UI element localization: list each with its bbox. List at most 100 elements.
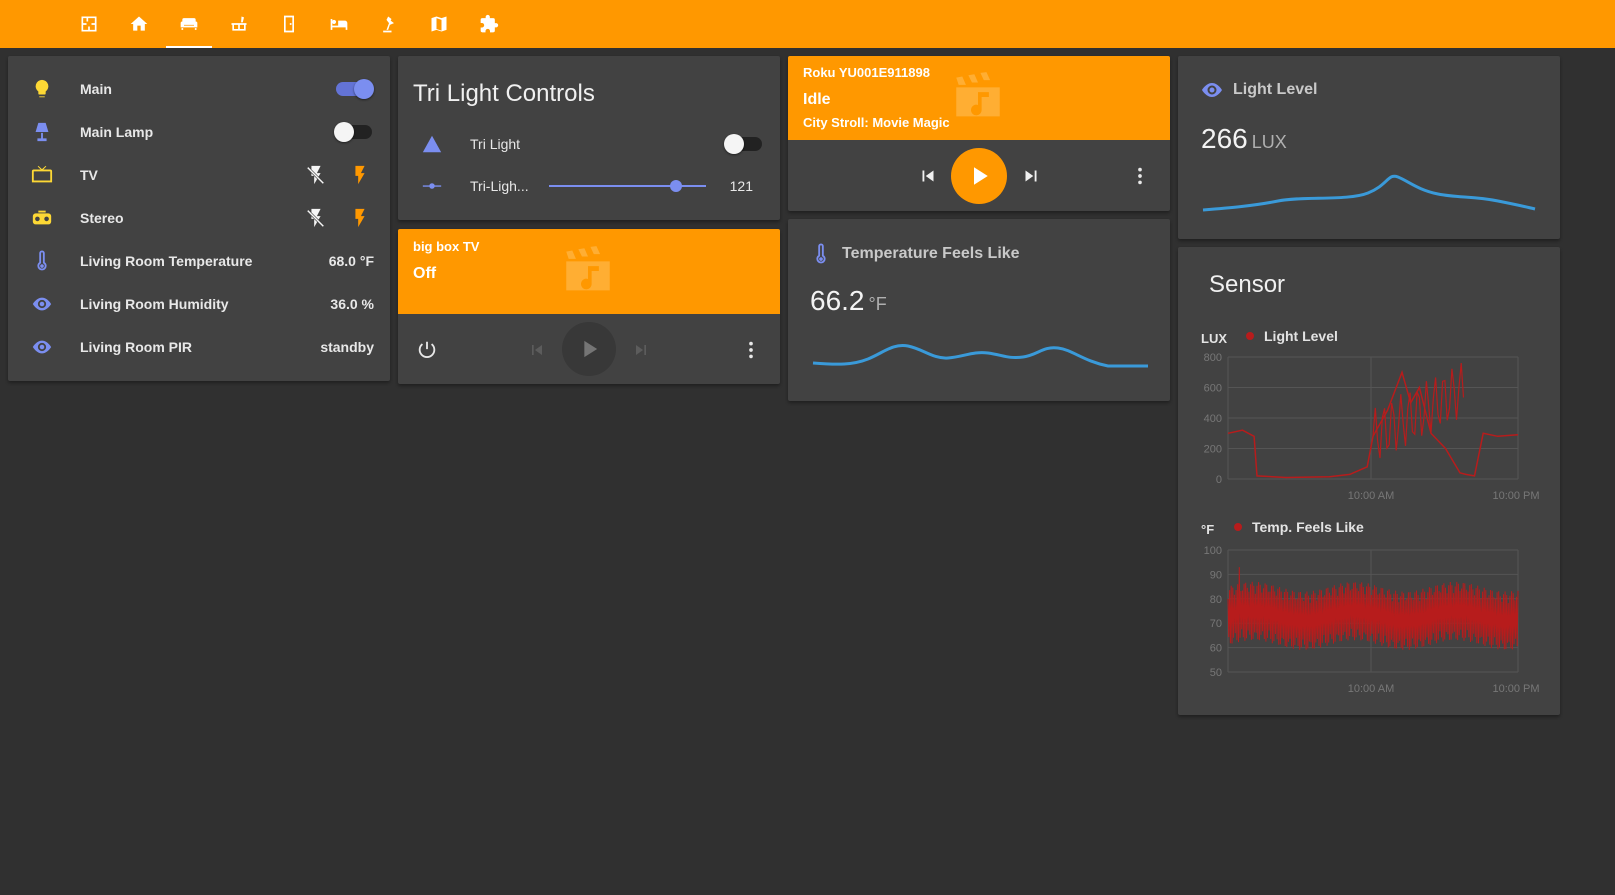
main-light-toggle[interactable] xyxy=(336,79,374,99)
sensor-name: Light Level xyxy=(1233,81,1318,98)
entity-value: 36.0 % xyxy=(330,296,374,312)
thermometer-icon xyxy=(816,243,826,264)
entity-row-main: Main xyxy=(8,67,390,111)
sensor-value-number: 66.2 xyxy=(810,285,865,316)
flash-icon xyxy=(355,165,365,185)
radio-icon xyxy=(30,206,54,230)
entity-row-stereo: Stereo xyxy=(8,196,390,240)
entity-row-temperature: Living Room Temperature 68.0 °F xyxy=(8,239,390,283)
skip-next-icon xyxy=(636,345,646,355)
y-tick-label: 100 xyxy=(1204,545,1222,557)
tab-map[interactable] xyxy=(415,0,463,48)
tab-home[interactable] xyxy=(115,0,163,48)
chart-legend[interactable]: Light Level xyxy=(1246,328,1338,344)
door-icon xyxy=(284,15,294,33)
y-tick-label: 60 xyxy=(1210,643,1222,655)
light-level-card[interactable]: Light Level 266 LUX xyxy=(1178,56,1560,239)
card-title: Sensor xyxy=(1209,271,1286,298)
tab-door[interactable] xyxy=(265,0,313,48)
series-line-temp-feels-like xyxy=(1227,567,1519,650)
sensor-value: 266 LUX xyxy=(1201,123,1287,155)
media-state: Idle xyxy=(803,91,831,108)
chart-legend[interactable]: Temp. Feels Like xyxy=(1234,519,1364,535)
x-tick-label: 10:00 AM xyxy=(1348,490,1394,502)
card-title: Tri Light Controls xyxy=(413,80,595,107)
legend-swatch xyxy=(1246,332,1254,340)
tab-floorplan[interactable] xyxy=(65,0,113,48)
play-icon xyxy=(974,167,988,185)
big-box-tv-card: big box TV Off xyxy=(398,229,780,384)
sensor-name: Temperature Feels Like xyxy=(842,245,1020,262)
light-level-history-chart[interactable]: 800 600 400 200 0 10:00 AM 10:00 PM xyxy=(1178,347,1560,507)
skip-previous-icon xyxy=(532,345,542,355)
y-tick-label: 90 xyxy=(1210,569,1222,581)
entity-value: 68.0 °F xyxy=(328,253,374,269)
eye-icon xyxy=(1202,83,1222,97)
sensor-unit: LUX xyxy=(1251,132,1287,152)
stereo-power-on-button[interactable] xyxy=(348,206,372,230)
feels-like-card[interactable]: Temperature Feels Like 66.2 °F xyxy=(788,219,1170,401)
lamp-icon xyxy=(30,120,54,144)
sensor-history-card: Sensor LUX Light Level 800 600 400 200 0 10:0… xyxy=(1178,247,1560,715)
tv-power-off-button[interactable] xyxy=(304,163,328,187)
previous-button[interactable] xyxy=(526,339,548,361)
play-button[interactable] xyxy=(951,148,1007,204)
y-tick-label: 80 xyxy=(1210,594,1222,606)
tri-light-card: Tri Light Controls Tri Light Tri-Ligh...… xyxy=(398,56,780,220)
flash-off-icon xyxy=(306,208,325,228)
thermometer-icon xyxy=(30,249,54,273)
more-options-button[interactable] xyxy=(739,337,763,363)
entity-label: Living Room Temperature xyxy=(80,253,253,269)
next-button[interactable] xyxy=(630,339,652,361)
kitchen-icon xyxy=(231,16,247,31)
entity-value: standby xyxy=(320,339,374,355)
slider-value: 121 xyxy=(729,178,753,194)
stereo-power-off-button[interactable] xyxy=(304,206,328,230)
y-tick-label: 70 xyxy=(1210,618,1222,630)
entity-row-tv: TV xyxy=(8,153,390,197)
tri-light-label: Tri Light xyxy=(470,136,521,152)
next-button[interactable] xyxy=(1019,164,1043,188)
more-options-button[interactable] xyxy=(1128,163,1152,189)
tri-light-toggle[interactable] xyxy=(724,134,762,154)
movie-icon xyxy=(956,72,1000,117)
y-tick-label: 50 xyxy=(1210,667,1222,679)
tab-addons[interactable] xyxy=(465,0,513,48)
tab-living-room[interactable] xyxy=(165,0,213,48)
slider-handle[interactable] xyxy=(670,180,683,192)
slider-label: Tri-Ligh... xyxy=(470,178,529,194)
previous-button[interactable] xyxy=(916,164,940,188)
power-button[interactable] xyxy=(414,337,440,363)
power-icon xyxy=(418,341,436,358)
entity-row-main-lamp: Main Lamp xyxy=(8,110,390,154)
x-tick-label: 10:00 PM xyxy=(1492,490,1539,502)
entities-card: Main Main Lamp TV Stereo Living Room Tem… xyxy=(8,56,390,381)
entity-label: Main xyxy=(80,81,112,97)
eye-icon xyxy=(30,335,54,359)
feels-like-sparkline xyxy=(812,343,1148,368)
light-level-sparkline xyxy=(1202,174,1536,212)
entity-row-humidity: Living Room Humidity 36.0 % xyxy=(8,282,390,326)
entity-label: Living Room PIR xyxy=(80,339,192,355)
tri-light-toggle-row: Tri Light xyxy=(398,122,780,166)
tab-office[interactable] xyxy=(365,0,413,48)
skip-previous-icon xyxy=(922,170,934,182)
sensor-value-number: 266 xyxy=(1201,123,1248,154)
main-lamp-toggle[interactable] xyxy=(334,122,372,142)
media-header: Roku YU001E911898 Idle City Stroll: Movi… xyxy=(788,56,1170,140)
temp-feels-like-history-chart[interactable]: 100 90 80 70 60 50 10:00 AM 10:00 PM xyxy=(1178,540,1560,700)
tri-light-slider-row: Tri-Ligh... 121 xyxy=(398,164,780,208)
tv-power-on-button[interactable] xyxy=(348,163,372,187)
tab-kitchen[interactable] xyxy=(215,0,263,48)
tv-icon xyxy=(30,163,54,187)
legend-label: Temp. Feels Like xyxy=(1252,519,1364,535)
sensor-unit: °F xyxy=(868,294,887,314)
play-button[interactable] xyxy=(562,322,616,376)
roku-card: Roku YU001E911898 Idle City Stroll: Movi… xyxy=(788,56,1170,211)
tab-bedroom[interactable] xyxy=(315,0,363,48)
more-vertical-icon xyxy=(749,341,753,359)
media-header: big box TV Off xyxy=(398,229,780,314)
x-tick-label: 10:00 PM xyxy=(1492,683,1539,695)
entity-label: Stereo xyxy=(80,210,124,226)
brightness-slider[interactable] xyxy=(549,180,706,192)
